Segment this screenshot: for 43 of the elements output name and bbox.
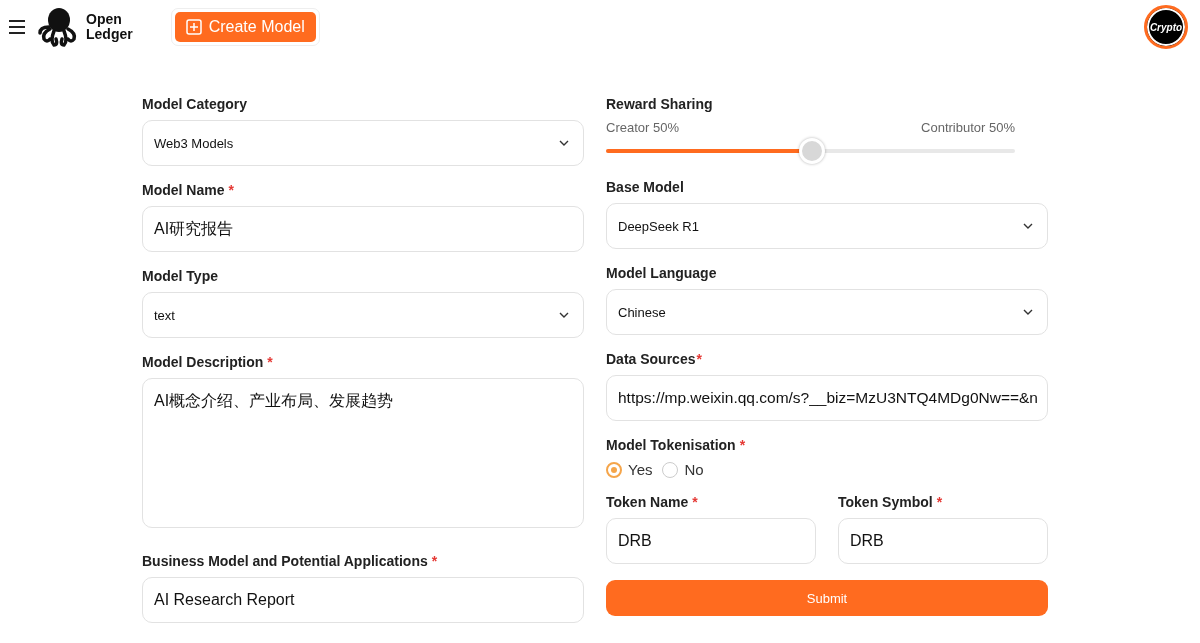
select-field[interactable]: Web3 Models [142,120,584,166]
input-field[interactable]: AI研究报告 [142,206,584,252]
field-label: Model Name [142,182,225,198]
field-label: Model Description [142,354,264,370]
required-mark: * [228,182,234,198]
radio-option[interactable]: No [662,461,704,478]
field-label: Model Language [606,265,717,281]
field-label: Token Symbol [838,494,933,510]
input-field[interactable]: DRB [838,518,1048,564]
contributor-share-text: Contributor 50% [921,120,1015,135]
creator-share-text: Creator 50% [606,120,679,135]
required-mark: * [692,494,698,510]
slider-thumb[interactable] [798,138,825,164]
chevron-down-icon [1023,309,1033,315]
field-label: Model Category [142,96,247,112]
field-label: Base Model [606,179,684,195]
input-field[interactable]: DRB [606,518,816,564]
logo-text: Ledger [86,27,133,42]
field-label: Model Tokenisation [606,437,736,453]
select-field[interactable]: Chinese [606,289,1048,335]
chevron-down-icon [559,140,569,146]
chevron-down-icon [559,312,569,318]
field-label: Business Model and Potential Applications [142,553,428,569]
logo-text: Open [86,12,123,27]
menu-icon[interactable] [8,20,26,34]
required-mark: * [739,437,746,453]
avatar[interactable]: Crypto [1144,5,1188,49]
field-label: Model Type [142,268,218,284]
textarea-field[interactable]: AI概念介绍、产业布局、发展趋势 [142,378,584,528]
input-field[interactable]: https://mp.weixin.qq.com/s?__biz=MzU3NTQ4MDg0Nw==&n [606,375,1048,421]
required-mark: * [936,494,943,510]
select-field[interactable]: text [142,292,584,338]
chevron-down-icon [1023,223,1033,229]
field-label: Reward Sharing [606,96,714,112]
field-label: Data Sources [606,351,696,367]
select-field[interactable]: DeepSeek R1 [606,203,1048,249]
input-field[interactable]: AI Research Report [142,577,584,623]
required-mark: * [696,351,702,367]
field-label: Token Name [606,494,689,510]
required-mark: * [267,354,273,370]
plus-square-icon [185,19,202,35]
radio-option[interactable]: Yes [606,461,653,478]
required-mark: * [431,553,438,569]
